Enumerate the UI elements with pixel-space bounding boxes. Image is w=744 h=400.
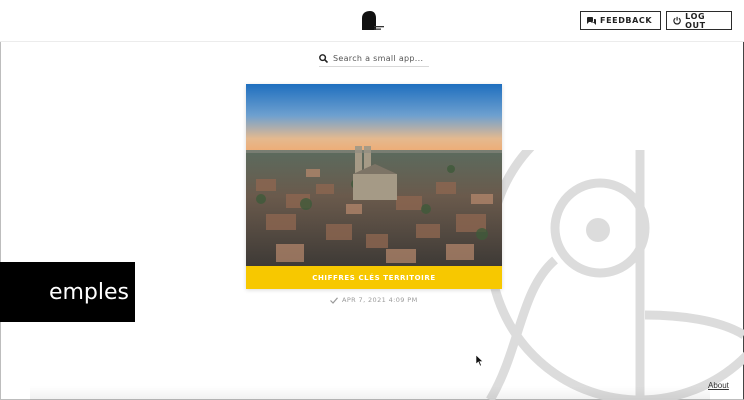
app-title[interactable]: CHIFFRES CLÉS TERRITOIRE [246, 266, 502, 289]
logo-icon[interactable] [360, 10, 386, 32]
logout-label: LOG OUT [685, 11, 706, 30]
search-bar[interactable]: Search a small app... [319, 50, 429, 67]
about-link[interactable]: About [708, 381, 729, 390]
feedback-button[interactable]: FEEDBACK [580, 11, 661, 30]
feedback-label: FEEDBACK [600, 16, 653, 25]
chat-icon [587, 16, 596, 25]
overlay-caption-text: emples [48, 279, 129, 305]
app-date-row: APR 7, 2021 4:09 PM [330, 296, 430, 304]
logout-button[interactable]: LOG OUT [666, 11, 732, 30]
search-input[interactable]: Search a small app... [333, 54, 423, 63]
overlay-caption: emples [0, 262, 135, 322]
app-date: APR 7, 2021 4:09 PM [342, 296, 418, 304]
top-bar: FEEDBACK LOG OUT [0, 0, 744, 42]
check-icon [330, 296, 338, 304]
search-icon [319, 53, 328, 63]
app-thumbnail[interactable] [246, 84, 502, 266]
app-card[interactable]: CHIFFRES CLÉS TERRITOIRE [246, 84, 502, 289]
power-icon [673, 16, 681, 25]
mouse-cursor-icon [476, 355, 484, 367]
bottom-shadow [30, 386, 710, 400]
